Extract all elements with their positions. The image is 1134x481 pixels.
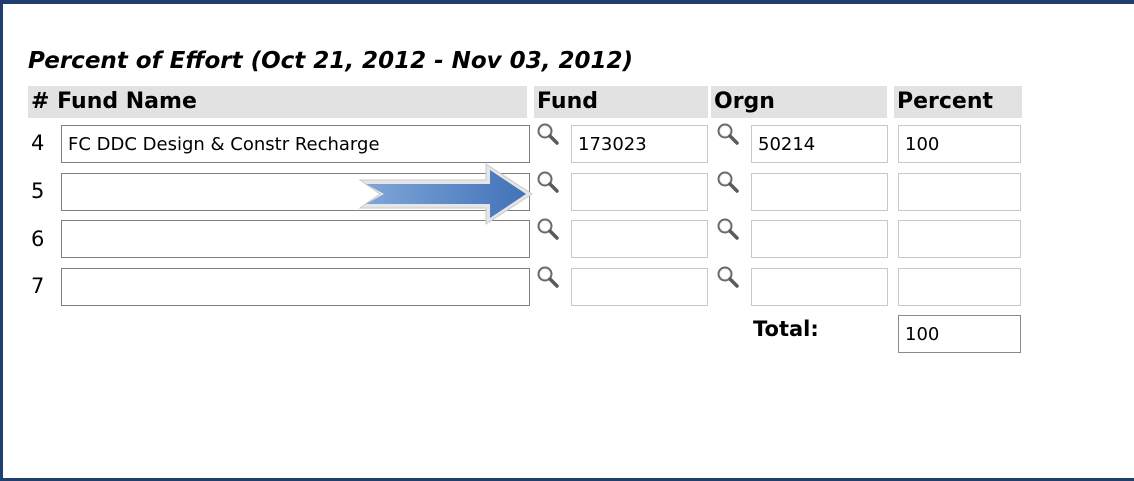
- total-label: Total:: [753, 317, 819, 341]
- fund-input[interactable]: [571, 125, 708, 163]
- fund-input[interactable]: [571, 220, 708, 258]
- fund-input[interactable]: [571, 173, 708, 211]
- percent-input[interactable]: [898, 125, 1021, 163]
- column-header-number: #: [31, 89, 50, 114]
- orgn-lookup-magnifier-icon[interactable]: [716, 122, 740, 146]
- column-header-fund-name: # Fund Name: [28, 86, 527, 118]
- fund-lookup-magnifier-icon[interactable]: [536, 265, 560, 289]
- column-header-orgn: Orgn: [711, 86, 887, 118]
- orgn-lookup-magnifier-icon[interactable]: [716, 170, 740, 194]
- column-header-fund-name-label: Fund Name: [57, 89, 197, 114]
- column-header-fund: Fund: [534, 86, 708, 118]
- fund-input[interactable]: [571, 268, 708, 306]
- row-number: 5: [31, 179, 45, 203]
- row-number: 4: [31, 131, 45, 155]
- page-title: Percent of Effort (Oct 21, 2012 - Nov 03…: [28, 48, 633, 74]
- annotation-arrow-icon: [358, 163, 533, 225]
- fund-lookup-magnifier-icon[interactable]: [536, 170, 560, 194]
- percent-input[interactable]: [898, 268, 1021, 306]
- orgn-input[interactable]: [751, 125, 888, 163]
- orgn-input[interactable]: [751, 268, 888, 306]
- percent-input[interactable]: [898, 173, 1021, 211]
- orgn-lookup-magnifier-icon[interactable]: [716, 217, 740, 241]
- row-number: 6: [31, 227, 45, 251]
- percent-input[interactable]: [898, 220, 1021, 258]
- fund-lookup-magnifier-icon[interactable]: [536, 122, 560, 146]
- total-percent-field: [898, 315, 1021, 353]
- orgn-input[interactable]: [751, 220, 888, 258]
- orgn-lookup-magnifier-icon[interactable]: [716, 265, 740, 289]
- column-header-percent: Percent: [894, 86, 1022, 118]
- fund-lookup-magnifier-icon[interactable]: [536, 217, 560, 241]
- fund-name-input[interactable]: [61, 268, 530, 306]
- orgn-input[interactable]: [751, 173, 888, 211]
- row-number: 7: [31, 274, 45, 298]
